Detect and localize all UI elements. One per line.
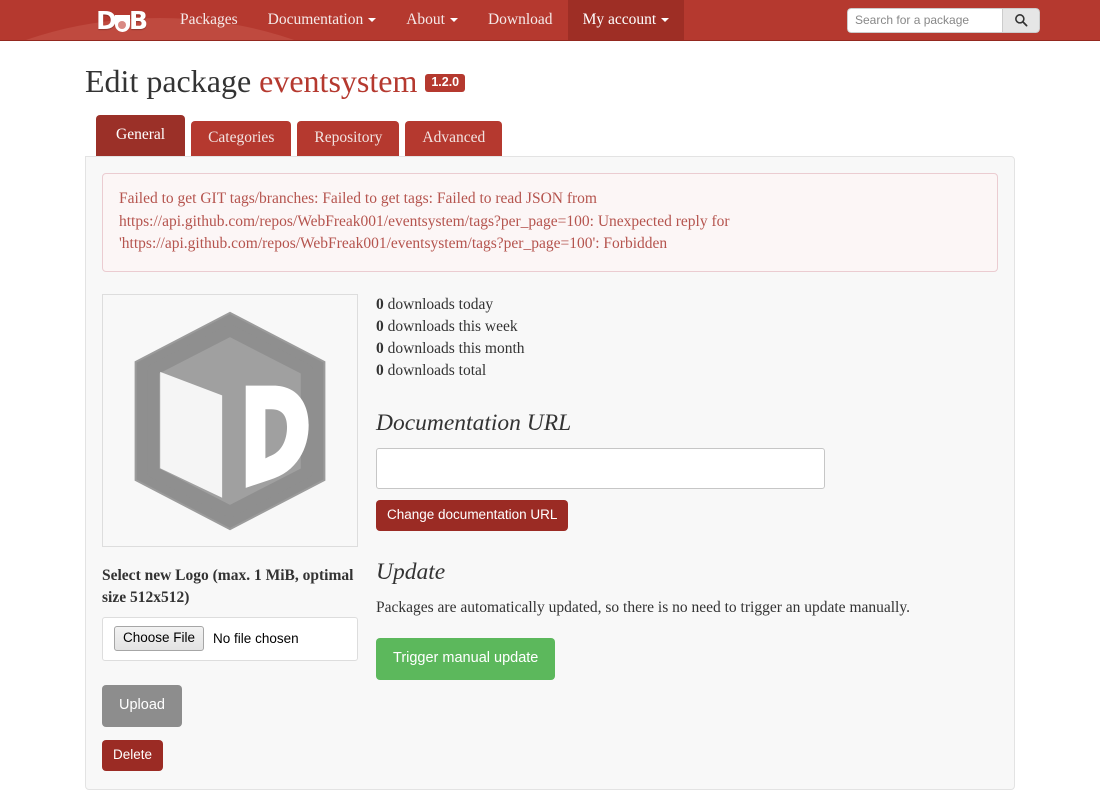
brand-letter-d: D xyxy=(96,5,117,35)
nav-label-download: Download xyxy=(487,11,553,28)
downloads-total-count: 0 xyxy=(376,361,384,379)
brand-letter-u xyxy=(114,14,130,32)
tab-advanced[interactable]: Advanced xyxy=(405,121,503,157)
page-container: Edit package eventsystem 1.2.0 General Ca… xyxy=(70,62,1030,791)
downloads-week-row: 0 downloads this week xyxy=(376,316,998,338)
search-input[interactable] xyxy=(847,7,1002,33)
nav-item-download[interactable]: Download xyxy=(473,0,568,40)
page-title: Edit package eventsystem 1.2.0 xyxy=(85,62,1015,100)
page-title-prefix: Edit package xyxy=(85,63,252,99)
logo-column: Select new Logo (max. 1 MiB, optimal siz… xyxy=(102,294,358,772)
top-navbar: DB Packages Documentation About Download… xyxy=(0,0,1100,41)
tab-categories[interactable]: Categories xyxy=(191,121,292,157)
general-tab-panel: Failed to get GIT tags/branches: Failed … xyxy=(85,156,1015,791)
tab-label-repository: Repository xyxy=(314,129,383,147)
downloads-month-count: 0 xyxy=(376,340,384,358)
tab-repository[interactable]: Repository xyxy=(297,121,400,157)
trigger-manual-update-button[interactable]: Trigger manual update xyxy=(376,637,556,681)
delete-logo-button[interactable]: Delete xyxy=(102,740,164,772)
nav-label-about: About xyxy=(406,11,445,28)
nav-item-about[interactable]: About xyxy=(391,0,473,40)
select-logo-label: Select new Logo (max. 1 MiB, optimal siz… xyxy=(102,567,354,607)
chosen-file-name: No file chosen xyxy=(213,631,299,647)
navbar-search-area xyxy=(847,0,1100,40)
search-group xyxy=(847,7,1040,33)
package-name: eventsystem xyxy=(259,63,418,99)
chevron-down-icon xyxy=(661,18,670,22)
downloads-today-label: downloads today xyxy=(387,296,494,314)
nav-item-documentation[interactable]: Documentation xyxy=(253,0,392,40)
tab-bar: General Categories Repository Advanced xyxy=(85,115,1015,157)
tab-general[interactable]: General xyxy=(96,115,186,157)
downloads-week-label: downloads this week xyxy=(387,318,518,336)
downloads-month-row: 0 downloads this month xyxy=(376,338,998,360)
search-icon xyxy=(1015,14,1028,27)
tab-label-categories: Categories xyxy=(208,129,275,147)
nav-label-documentation: Documentation xyxy=(267,11,364,28)
dub-logo: DB xyxy=(96,5,148,35)
documentation-url-input[interactable] xyxy=(376,447,825,489)
update-description: Packages are automatically updated, so t… xyxy=(376,599,910,617)
update-heading: Update xyxy=(376,559,446,586)
nav-label-packages: Packages xyxy=(180,11,238,28)
dub-cube-logo-icon xyxy=(134,311,326,531)
downloads-total-label: downloads total xyxy=(387,361,487,379)
downloads-total-row: 0 downloads total xyxy=(376,360,998,382)
brand-logo-link[interactable]: DB xyxy=(0,0,165,40)
brand-letter-b: B xyxy=(128,5,148,35)
downloads-today-row: 0 downloads today xyxy=(376,294,998,316)
upload-logo-button[interactable]: Upload xyxy=(102,684,182,728)
nav-label-my-account: My account xyxy=(582,11,657,28)
tab-label-advanced: Advanced xyxy=(422,129,486,147)
nav-item-packages[interactable]: Packages xyxy=(165,0,253,40)
change-documentation-url-button[interactable]: Change documentation URL xyxy=(376,499,569,532)
chevron-down-icon xyxy=(368,18,377,22)
downloads-month-label: downloads this month xyxy=(387,340,525,358)
content-row: Select new Logo (max. 1 MiB, optimal siz… xyxy=(102,294,998,772)
choose-file-button[interactable]: Choose File xyxy=(114,626,205,652)
downloads-today-count: 0 xyxy=(376,296,384,314)
error-alert: Failed to get GIT tags/branches: Failed … xyxy=(102,173,998,273)
version-badge: 1.2.0 xyxy=(425,74,466,92)
package-logo-box xyxy=(102,294,358,548)
documentation-url-heading: Documentation URL xyxy=(376,409,572,436)
logo-file-input[interactable]: Choose File No file chosen xyxy=(102,616,358,661)
downloads-week-count: 0 xyxy=(376,318,384,336)
search-button[interactable] xyxy=(1002,7,1040,33)
nav-item-my-account[interactable]: My account xyxy=(567,0,685,40)
details-column: 0 downloads today 0 downloads this week … xyxy=(358,294,998,771)
chevron-down-icon xyxy=(449,18,458,22)
navbar-links: Packages Documentation About Download My… xyxy=(165,0,685,40)
tab-label-general: General xyxy=(116,126,166,144)
